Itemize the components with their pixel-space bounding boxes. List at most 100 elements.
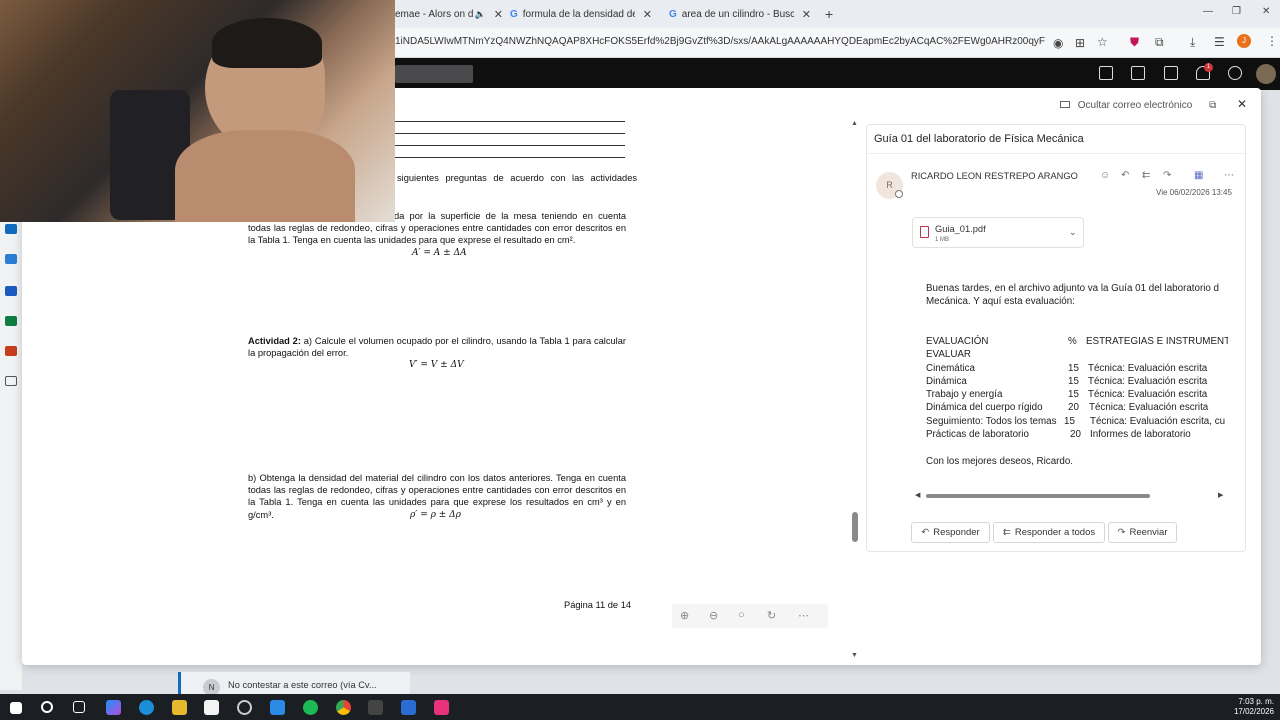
chevron-down-icon[interactable]: ⌄ [1069,227,1077,238]
tab-label: emae - Alors on dar [395,8,473,20]
install-icon[interactable]: ⊞ [1075,36,1085,50]
table-horizontal-scrollbar[interactable] [926,494,1150,498]
table-cell-percent: 15 [1068,389,1079,400]
table-cell-strategy: Técnica: Evaluación escrita, cu [1090,416,1226,427]
app-icon[interactable] [434,700,449,715]
rotate-icon[interactable]: ↻ [767,609,776,622]
window-close-icon[interactable]: ✕ [1262,6,1270,17]
popout-icon[interactable]: ⧉ [1209,100,1216,111]
app-icon[interactable] [368,700,383,715]
more-actions-icon[interactable]: ⋯ [1224,170,1234,181]
more-tools-icon[interactable]: ⋯ [798,609,809,622]
excel-icon[interactable] [5,316,17,326]
download-icon[interactable]: ⤓ [1190,35,1195,50]
gear-icon[interactable] [1228,66,1242,80]
compose-icon[interactable] [1164,66,1178,80]
pdf-zoom-toolbar: ⊕ ⊖ ○ ↻ ⋯ [672,604,828,628]
system-clock[interactable]: 7:03 p. m. 17/02/2026 [1234,697,1274,717]
edge-icon[interactable] [139,700,154,715]
clock-time: 7:03 p. m. [1238,697,1274,706]
table-cell-strategy: Informes de laboratorio [1090,429,1191,440]
pdf-intro-text: siguientes preguntas de acuerdo con las … [397,173,638,183]
modal-close-button[interactable]: ✕ [1237,97,1247,111]
reply-icon[interactable]: ↶ [1121,170,1129,181]
sender-name[interactable]: RICARDO LEON RESTREPO ARANGO [911,171,1078,181]
profile-avatar[interactable]: J [1237,34,1251,48]
scroll-up-icon[interactable]: ▲ [851,120,858,127]
new-tab-button[interactable]: + [825,6,833,22]
taskbar: 7:03 p. m. 17/02/2026 [0,694,1280,720]
zoom-in-icon[interactable]: ⊕ [680,609,689,622]
meet-icon[interactable] [1099,66,1113,80]
close-tab-icon[interactable]: ✕ [494,8,503,21]
reply-button[interactable]: ↶ Responder [911,522,990,543]
pdf-activity2-text: a) Calcule el volumen ocupado por el cil… [248,336,626,359]
extension-shield-icon[interactable]: ⛊ [1130,35,1139,50]
hide-email-icon [1060,101,1070,108]
pdf-activity2-label: Actividad 2: [248,336,301,346]
attachment-card[interactable]: Guia_01.pdf 1 MB ⌄ [912,217,1084,248]
reply-all-icon: ⇇ [1002,527,1011,538]
modal-toolbar: Ocultar correo electrónico ⧉ ✕ [1060,97,1247,111]
task-view-icon[interactable] [73,701,85,713]
scroll-right-icon[interactable]: ▶ [1218,491,1223,499]
reading-list-icon[interactable]: ☰ [1214,35,1225,49]
mail-body: Buenas tardes, en el archivo adjunto va … [926,282,1228,472]
tab-music[interactable]: emae - Alors on dar 🔈 ✕ [395,4,503,24]
store-icon[interactable] [204,700,219,715]
minimize-icon[interactable]: — [1203,6,1213,17]
tab-density-search[interactable]: G formula de la densidad de un c ✕ [510,4,660,24]
table-header-percent: % [1068,336,1077,347]
table-cell-percent: 15 [1064,416,1075,427]
reply-all-icon[interactable]: ⇇ [1142,170,1150,181]
bookmark-star-icon[interactable]: ☆ [1097,35,1108,49]
windows-start-icon[interactable] [10,702,22,714]
fit-page-icon[interactable]: ○ [738,609,745,621]
close-tab-icon[interactable]: ✕ [643,8,652,21]
table-cell-topic: Cinemática [926,363,976,374]
extensions-icon[interactable]: ⧉ [1155,35,1164,50]
search-box[interactable] [395,65,473,83]
mail-icon[interactable] [5,224,17,234]
maximize-icon[interactable]: ❐ [1232,6,1241,17]
chrome-icon[interactable] [336,700,351,715]
mail-list-item[interactable]: N No contestar a este correo (vía Cv... [178,672,410,696]
forward-button[interactable]: ↷ Reenviar [1108,522,1177,543]
scroll-left-icon[interactable]: ◀ [915,491,920,499]
spotify-icon[interactable] [303,700,318,715]
mail-subject: Guía 01 del laboratorio de Física Mecáni… [874,133,1084,145]
pdf-scroll-thumb[interactable] [852,512,858,542]
teams-icon[interactable] [1131,66,1145,80]
presence-icon [895,190,903,198]
apps-grid-icon[interactable]: ▦ [1194,170,1203,181]
powerpoint-icon[interactable] [5,346,17,356]
browser-menu-icon[interactable]: ⋮ [1266,34,1278,48]
user-avatar[interactable] [1256,64,1276,84]
table-cell-percent: 20 [1068,402,1079,413]
hide-email-button[interactable]: Ocultar correo electrónico [1078,100,1193,111]
mail-date: Vie 06/02/2026 13:45 [1156,188,1232,197]
calendar-icon[interactable] [5,254,17,264]
mail-greeting-line: Buenas tardes, en el archivo adjunto va … [926,283,1220,294]
search-icon[interactable] [41,701,53,713]
people-icon[interactable] [5,286,17,296]
emoji-icon[interactable]: ☺ [1100,170,1110,181]
reply-all-button[interactable]: ⇇ Responder a todos [993,522,1105,543]
chatgpt-icon[interactable] [237,700,252,715]
app-icon[interactable] [270,700,285,715]
close-tab-icon[interactable]: ✕ [802,8,811,21]
file-explorer-icon[interactable] [172,700,187,715]
tab-cylinder-search[interactable]: G area de un cilindro - Buscar cor ✕ [669,4,819,24]
zoom-out-icon[interactable]: ⊖ [709,609,718,622]
table-header-evaluacion: EVALUACIÓN [926,336,989,347]
pdf-scrollbar[interactable]: ▲ ▼ [850,120,860,660]
url-text[interactable]: 1iNDA5LWIwMTNmYzQ4NWZhNQAQAP8XHcFOKS5Erf… [395,36,1045,47]
outlook-icon[interactable] [401,700,416,715]
scroll-down-icon[interactable]: ▼ [851,652,858,659]
forward-label: Reenviar [1129,527,1168,538]
google-icon: G [510,8,518,20]
eye-icon[interactable]: ◉ [1053,36,1063,50]
copilot-icon[interactable] [106,700,121,715]
forward-icon[interactable]: ↷ [1163,170,1171,181]
apps-icon[interactable] [5,376,17,386]
